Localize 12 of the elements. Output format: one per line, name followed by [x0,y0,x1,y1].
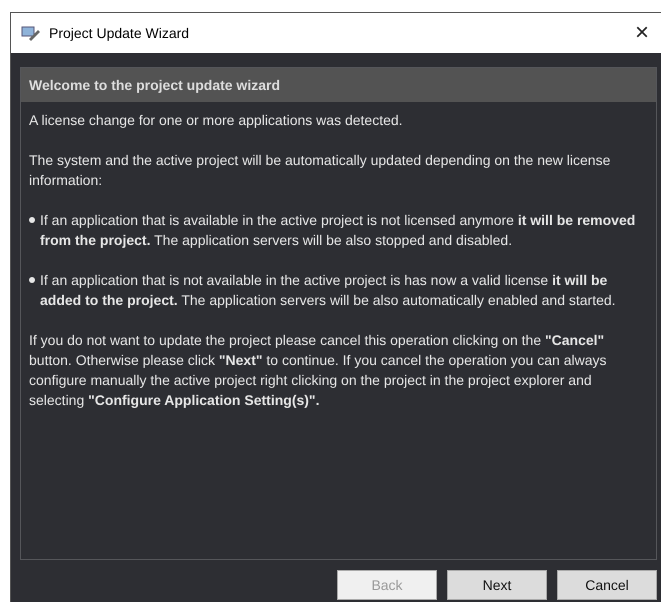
paragraph: A license change for one or more applications was detected. [29,111,404,130]
window-title: Project Update Wizard [49,25,190,41]
panel-header: Welcome to the project update wizard [21,68,656,102]
bullet-text: If an application that is not available in the active project is has now a valid license it will be added to the project. The application servers will be also automatically enabled and started. [40,271,617,310]
bullet-icon [29,277,35,283]
paragraph: The system and the active project will be automatically updated depending on the new license information: [29,151,612,190]
paragraph: If you do not want to update the project please cancel this operation clicking on the "Cancel" button. Otherwise please click "Next" to continue. If you cancel the operation you can always configure manually the active project right clicking on the project in the project explorer and selecting "Configure Application Setting(s)". [29,331,608,410]
next-button[interactable]: Next [447,570,547,600]
cancel-button[interactable]: Cancel [557,570,657,600]
bullet-icon [29,217,35,223]
close-icon[interactable]: × [622,19,661,47]
bullet-text: If an application that is available in the active project is not licensed anymore it will be removed from the project. The application servers will be also stopped and disabled. [40,211,636,250]
